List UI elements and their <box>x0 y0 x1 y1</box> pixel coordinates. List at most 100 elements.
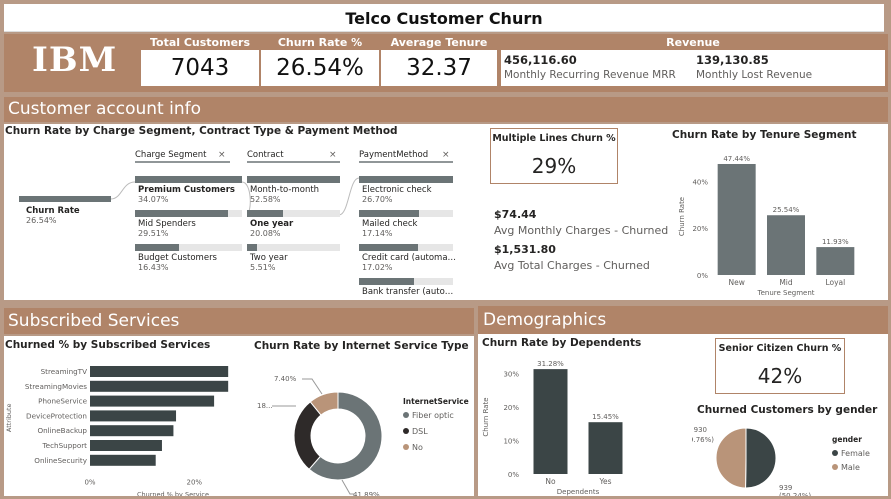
decomp-level1-header[interactable]: Charge Segment <box>135 150 207 160</box>
decomp-bar-credit[interactable] <box>359 244 418 251</box>
decomp-bar-twoyear[interactable] <box>247 244 257 251</box>
bar[interactable] <box>90 366 229 377</box>
pie-slice[interactable] <box>293 401 322 470</box>
dependents-chart[interactable]: 0% 10% 20% 30% Churn Rate 31.28% No 15.45% Yes De… <box>478 350 688 496</box>
decomp-bar-monthly[interactable] <box>247 176 340 183</box>
data-label: 47.44% <box>723 155 750 163</box>
y-tick-label: 20% <box>692 225 708 233</box>
decomp-bar-echeck[interactable] <box>359 176 453 183</box>
multiple-lines-label: Multiple Lines Churn % <box>492 133 616 144</box>
x-tick-label: New <box>728 278 744 287</box>
decomp-bar-mailed[interactable] <box>359 210 419 217</box>
section-services: Subscribed Services <box>4 308 474 334</box>
decomp-level1-close-icon[interactable]: × <box>218 150 226 160</box>
y-tick-label: 40% <box>692 178 708 186</box>
bar[interactable] <box>90 425 174 437</box>
tenure-chart[interactable]: 0% 20% 40% Churn Rate 47.44% New 25.54% Mid 11.9… <box>664 144 886 298</box>
legend-marker <box>832 450 838 456</box>
bar[interactable] <box>90 454 156 466</box>
decomp-level2-header[interactable]: Contract <box>247 150 284 160</box>
decomp-connector <box>110 181 136 200</box>
decomp-bar-premium[interactable] <box>135 176 242 183</box>
bar[interactable] <box>533 369 568 474</box>
kpi-total-label: Total Customers <box>149 36 251 49</box>
legend-marker <box>403 444 409 450</box>
internet-chart[interactable]: InternetService Fiber optic DSL No 7.40% 18..… <box>250 354 472 496</box>
bar[interactable] <box>816 247 855 275</box>
pie-slice[interactable] <box>745 427 777 489</box>
y-tick-label: PhoneService <box>38 397 87 406</box>
bar[interactable] <box>588 422 623 474</box>
decomp-label-credit: Credit card (automa… <box>362 253 456 263</box>
y-tick-label: StreamingTV <box>41 367 88 376</box>
multiple-lines-card: Multiple Lines Churn % 29% <box>490 128 618 184</box>
decomp-value-budget: 16.43% <box>138 263 169 272</box>
decomp-label-premium: Premium Customers <box>138 185 235 195</box>
senior-label: Senior Citizen Churn % <box>718 343 842 354</box>
decomp-level3-header[interactable]: PaymentMethod <box>359 150 428 160</box>
data-label: 939 <box>779 484 792 492</box>
services-panel: Churned % by Subscribed Services Streami… <box>4 336 474 496</box>
decomp-value-twoyear: 5.51% <box>250 263 276 272</box>
decomp-bar-budget[interactable] <box>135 244 179 251</box>
multiple-lines-value: 29% <box>531 154 577 178</box>
kpi-band: IBM Total Customers 7043 Churn Rate % 26… <box>4 34 888 92</box>
bar[interactable] <box>90 380 229 392</box>
lost-revenue-value: 139,130.85 <box>696 53 769 67</box>
x-axis-label: Tenure Segment <box>756 289 814 297</box>
internet-chart-title: Churn Rate by Internet Service Type <box>254 340 469 352</box>
bar[interactable] <box>717 163 756 275</box>
decomp-level3-close-icon[interactable]: × <box>442 150 450 160</box>
y-tick-label: TechSupport <box>41 441 87 450</box>
data-label: 7.40% <box>274 375 297 383</box>
decomp-bar-bank[interactable] <box>359 278 414 285</box>
legend-item[interactable]: No <box>412 443 423 452</box>
account-panel: Churn Rate by Charge Segment, Contract T… <box>4 124 888 300</box>
y-tick-label: StreamingMovies <box>25 382 87 391</box>
decomp-level2-close-icon[interactable]: × <box>329 150 337 160</box>
bar[interactable] <box>90 395 215 407</box>
dependents-chart-title: Churn Rate by Dependents <box>482 337 642 349</box>
decomp-tree[interactable]: Churn Rate 26.54% Charge Segment × Premi… <box>4 138 464 300</box>
x-tick-label: 20% <box>187 479 203 487</box>
decomp-value-monthly: 52.58% <box>250 195 281 204</box>
bar[interactable] <box>767 215 805 275</box>
decomp-label-echeck: Electronic check <box>362 185 432 195</box>
legend-item[interactable]: Male <box>841 463 860 472</box>
section-demographics: Demographics <box>478 306 888 334</box>
decomp-label-monthly: Month-to-month <box>250 185 319 195</box>
decomp-root-label: Churn Rate <box>26 206 80 216</box>
dashboard-title: Telco Customer Churn <box>345 9 543 28</box>
legend-item[interactable]: DSL <box>412 427 428 436</box>
decomp-label-bank: Bank transfer (auto… <box>362 287 453 297</box>
pie-slice[interactable] <box>715 427 747 489</box>
legend-item[interactable]: Fiber optic <box>412 411 454 420</box>
tenure-chart-title: Churn Rate by Tenure Segment <box>672 129 857 141</box>
x-tick-label: Loyal <box>825 278 845 287</box>
section-account: Customer account info <box>4 97 888 122</box>
avg-monthly-label: Avg Monthly Charges - Churned <box>494 224 669 237</box>
lost-revenue-label: Monthly Lost Revenue <box>696 69 813 81</box>
avg-monthly-value: $74.44 <box>494 208 537 221</box>
decomp-bar-oneyear[interactable] <box>247 210 283 217</box>
decomp-label-twoyear: Two year <box>249 253 288 263</box>
services-chart-title: Churned % by Subscribed Services <box>5 339 211 351</box>
x-axis-label: Churned % by Service <box>137 491 209 496</box>
services-chart[interactable]: StreamingTV StreamingMovies PhoneService De… <box>4 352 244 496</box>
data-label: 41.89% <box>353 491 380 496</box>
bar[interactable] <box>90 410 177 422</box>
bar[interactable] <box>90 440 162 451</box>
gender-chart[interactable]: gender Female Male 930 (49.76%) 939(50.24%) <box>692 418 888 496</box>
y-axis-label: Attribute <box>5 403 13 432</box>
avg-total-label: Avg Total Charges - Churned <box>494 259 650 272</box>
decomp-value-premium: 34.07% <box>138 195 169 204</box>
decomp-tree-title: Churn Rate by Charge Segment, Contract T… <box>5 125 398 137</box>
decomp-bar-mid[interactable] <box>135 210 228 217</box>
decomp-label-mailed: Mailed check <box>362 219 418 229</box>
y-tick-label: OnlineSecurity <box>34 456 87 465</box>
y-axis-label: Churn Rate <box>678 197 686 236</box>
section-services-title: Subscribed Services <box>8 311 180 331</box>
data-label: 25.54% <box>773 206 800 214</box>
decomp-value-credit: 17.02% <box>362 263 393 272</box>
legend-item[interactable]: Female <box>841 449 870 458</box>
